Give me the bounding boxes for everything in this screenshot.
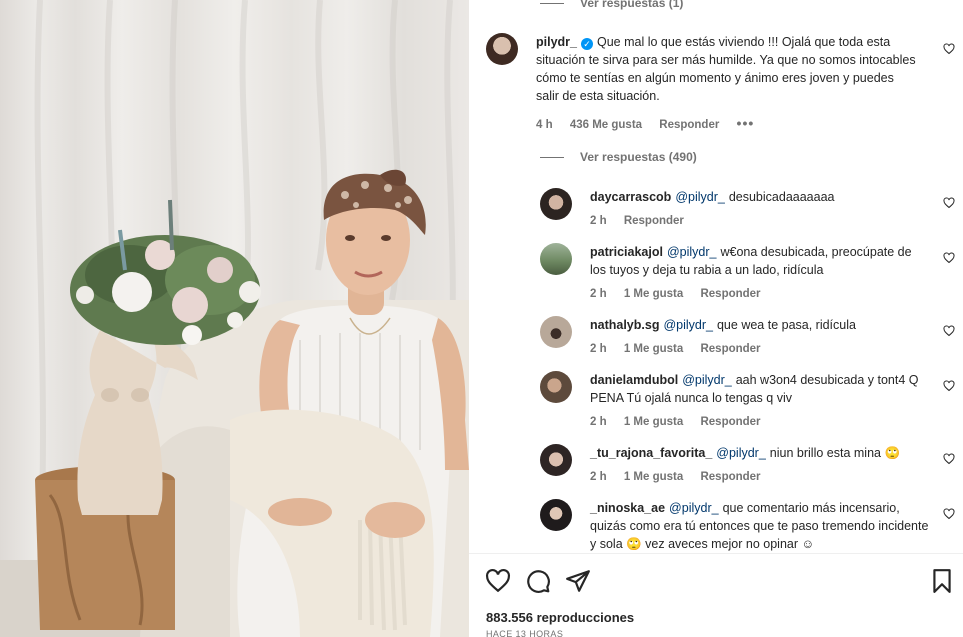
reply-button[interactable]: Responder bbox=[700, 416, 760, 428]
view-replies-button[interactable]: Ver respuestas (1) bbox=[540, 0, 683, 10]
post-photo bbox=[0, 0, 469, 637]
reply-text: niun brillo esta mina 🙄 bbox=[769, 446, 901, 460]
bookmark-icon[interactable] bbox=[929, 568, 955, 594]
avatar[interactable] bbox=[540, 444, 572, 476]
heart-icon[interactable] bbox=[943, 380, 955, 392]
heart-icon[interactable] bbox=[485, 568, 511, 594]
reply-meta: 2 h Responder bbox=[590, 215, 698, 227]
reply-mention[interactable]: @pilydr_ bbox=[675, 190, 725, 204]
comments-scroll-area[interactable]: Ver respuestas (1) pilydr_ ✓ Que mal lo qu… bbox=[469, 0, 963, 553]
heart-icon[interactable] bbox=[943, 453, 955, 465]
heart-icon[interactable] bbox=[943, 252, 955, 264]
reply-time[interactable]: 2 h bbox=[590, 471, 607, 483]
reply-body: danielamdubol @pilydr_ aah w3on4 desubicad… bbox=[590, 371, 930, 407]
reply-meta: 2 h 1 Me gusta Responder bbox=[590, 288, 775, 300]
reply-mention[interactable]: @pilydr_ bbox=[716, 446, 766, 460]
replies-divider bbox=[540, 156, 564, 158]
view-replies-label: Ver respuestas (490) bbox=[580, 150, 697, 164]
reply-mention[interactable]: @pilydr_ bbox=[669, 501, 719, 515]
post-media[interactable] bbox=[0, 0, 469, 637]
reply-username[interactable]: nathalyb.sg bbox=[590, 318, 659, 332]
avatar[interactable] bbox=[486, 33, 518, 65]
reply-time[interactable]: 2 h bbox=[590, 215, 607, 227]
share-icon[interactable] bbox=[565, 568, 591, 594]
reply-meta: 2 h 1 Me gusta Responder bbox=[590, 416, 775, 428]
heart-icon[interactable] bbox=[943, 43, 955, 55]
reply-meta: 2 h 1 Me gusta Responder bbox=[590, 471, 775, 483]
comment-text: Que mal lo que estás viviendo !!! Ojalá … bbox=[536, 35, 916, 103]
reply-time[interactable]: 2 h bbox=[590, 416, 607, 428]
reply-time[interactable]: 2 h bbox=[590, 343, 607, 355]
reply-body: _ninoska_ae @pilydr_ que comentario más in… bbox=[590, 499, 930, 553]
reply-likes[interactable]: 1 Me gusta bbox=[624, 471, 683, 483]
reply-button[interactable]: Responder bbox=[700, 343, 760, 355]
reply-button[interactable]: Responder bbox=[659, 119, 719, 131]
reply-button[interactable]: Responder bbox=[624, 215, 684, 227]
reply-likes[interactable]: 1 Me gusta bbox=[624, 416, 683, 428]
comments-panel: Ver respuestas (1) pilydr_ ✓ Que mal lo qu… bbox=[469, 0, 963, 637]
reply-mention[interactable]: @pilydr_ bbox=[663, 318, 713, 332]
reply-likes[interactable]: 1 Me gusta bbox=[624, 343, 683, 355]
avatar[interactable] bbox=[540, 499, 572, 531]
reply-mention[interactable]: @pilydr_ bbox=[682, 373, 732, 387]
comment-likes[interactable]: 436 Me gusta bbox=[570, 119, 642, 131]
reply-likes[interactable]: 1 Me gusta bbox=[624, 288, 683, 300]
reply-meta: 2 h 1 Me gusta Responder bbox=[590, 343, 775, 355]
comment-item: pilydr_ ✓ Que mal lo que estás viviendo !!… bbox=[486, 33, 946, 105]
view-replies-button[interactable]: Ver respuestas (490) bbox=[540, 150, 697, 164]
reply-username[interactable]: _ninoska_ae bbox=[590, 501, 665, 515]
heart-icon[interactable] bbox=[943, 508, 955, 520]
reply-username[interactable]: danielamdubol bbox=[590, 373, 678, 387]
reply-username[interactable]: patriciakajol bbox=[590, 245, 663, 259]
comment-time[interactable]: 4 h bbox=[536, 119, 553, 131]
comment-meta: 4 h 436 Me gusta Responder ••• bbox=[536, 115, 768, 131]
reply-item: danielamdubol @pilydr_ aah w3on4 desubicad… bbox=[540, 371, 930, 407]
view-replies-label: Ver respuestas (1) bbox=[580, 0, 684, 10]
replies-divider bbox=[540, 2, 564, 4]
avatar[interactable] bbox=[540, 188, 572, 220]
reply-username[interactable]: daycarrascob bbox=[590, 190, 671, 204]
reply-button[interactable]: Responder bbox=[700, 471, 760, 483]
reply-item: patriciakajol @pilydr_ w€ona desubicada, p… bbox=[540, 243, 930, 279]
views-count[interactable]: 883.556 reproducciones bbox=[486, 610, 634, 625]
reply-button[interactable]: Responder bbox=[700, 288, 760, 300]
heart-icon[interactable] bbox=[943, 197, 955, 209]
post-footer: 883.556 reproducciones HACE 13 HORAS bbox=[469, 553, 963, 637]
reply-body: patriciakajol @pilydr_ w€ona desubicada, p… bbox=[590, 243, 930, 279]
reply-time[interactable]: 2 h bbox=[590, 288, 607, 300]
avatar[interactable] bbox=[540, 243, 572, 275]
comment-icon[interactable] bbox=[525, 568, 551, 594]
comment-username[interactable]: pilydr_ bbox=[536, 35, 577, 49]
avatar[interactable] bbox=[540, 371, 572, 403]
reply-text: desubicadaaaaaaa bbox=[728, 190, 835, 204]
reply-text: que wea te pasa, ridícula bbox=[716, 318, 856, 332]
post-timestamp[interactable]: HACE 13 HORAS bbox=[486, 629, 563, 637]
heart-icon[interactable] bbox=[943, 325, 955, 337]
avatar[interactable] bbox=[540, 316, 572, 348]
reply-item: _ninoska_ae @pilydr_ que comentario más in… bbox=[540, 499, 930, 553]
reply-username[interactable]: _tu_rajona_favorita_ bbox=[590, 446, 712, 460]
comment-body: pilydr_ ✓ Que mal lo que estás viviendo !!… bbox=[536, 33, 916, 105]
more-options-icon[interactable]: ••• bbox=[737, 115, 755, 131]
verified-badge-icon: ✓ bbox=[581, 38, 593, 50]
reply-mention[interactable]: @pilydr_ bbox=[667, 245, 717, 259]
